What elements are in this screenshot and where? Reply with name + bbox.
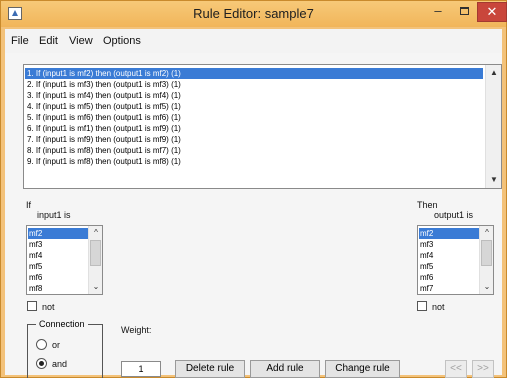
rule-item[interactable]: 9. If (input1 is mf8) then (output1 is m… xyxy=(25,156,483,167)
list-item[interactable]: mf3 xyxy=(419,239,479,250)
chevron-down-icon[interactable]: ⌄ xyxy=(480,280,493,294)
output-not-checkbox[interactable] xyxy=(417,301,427,311)
output-mf-list[interactable]: mf2 mf3 mf4 mf5 mf6 mf7 ^ ⌄ xyxy=(417,225,494,295)
title-bar: Rule Editor: sample7 – ✕ xyxy=(1,1,507,27)
rule-item[interactable]: 1. If (input1 is mf2) then (output1 is m… xyxy=(25,68,483,79)
scroll-thumb[interactable] xyxy=(481,240,492,266)
input-var-label: input1 is xyxy=(37,210,71,220)
connection-title: Connection xyxy=(36,319,88,329)
rule-list[interactable]: 1. If (input1 is mf2) then (output1 is m… xyxy=(23,64,502,189)
change-rule-button[interactable]: Change rule xyxy=(325,360,400,378)
rule-item[interactable]: 5. If (input1 is mf6) then (output1 is m… xyxy=(25,112,483,123)
chevron-down-icon[interactable]: ▼ xyxy=(486,173,502,187)
add-rule-button[interactable]: Add rule xyxy=(250,360,320,378)
list-item[interactable]: mf6 xyxy=(419,272,479,283)
maximize-icon xyxy=(459,7,469,15)
list-item[interactable]: mf4 xyxy=(28,250,88,261)
delete-rule-button[interactable]: Delete rule xyxy=(175,360,245,378)
menu-view[interactable]: View xyxy=(69,35,93,47)
rule-item[interactable]: 3. If (input1 is mf4) then (output1 is m… xyxy=(25,90,483,101)
or-radio[interactable] xyxy=(36,339,47,350)
rule-editor-window: Rule Editor: sample7 – ✕ File Edit View … xyxy=(0,0,507,378)
menu-options[interactable]: Options xyxy=(103,35,141,47)
rule-item[interactable]: 2. If (input1 is mf3) then (output1 is m… xyxy=(25,79,483,90)
and-radio[interactable] xyxy=(36,358,47,369)
list-item[interactable]: mf7 xyxy=(419,283,479,294)
minimize-button[interactable]: – xyxy=(425,2,451,22)
list-item[interactable]: mf5 xyxy=(419,261,479,272)
scroll-thumb[interactable] xyxy=(90,240,101,266)
rule-item[interactable]: 6. If (input1 is mf1) then (output1 is m… xyxy=(25,123,483,134)
rule-item[interactable]: 7. If (input1 is mf9) then (output1 is m… xyxy=(25,134,483,145)
input-list-scrollbar[interactable]: ^ ⌄ xyxy=(88,226,102,294)
or-label: or xyxy=(52,340,61,350)
chevron-up-icon[interactable]: ^ xyxy=(480,226,493,240)
prev-button[interactable]: << xyxy=(445,360,467,378)
if-heading: If xyxy=(26,200,32,210)
connection-group: Connection or and xyxy=(27,319,103,378)
list-item[interactable]: mf2 xyxy=(419,228,479,239)
list-item[interactable]: mf5 xyxy=(28,261,88,272)
chevron-up-icon[interactable]: ▲ xyxy=(486,66,502,80)
chevron-down-icon[interactable]: ⌄ xyxy=(89,280,102,294)
menu-edit[interactable]: Edit xyxy=(39,35,58,47)
close-button[interactable]: ✕ xyxy=(477,2,507,22)
maximize-button[interactable] xyxy=(451,2,477,22)
list-item[interactable]: mf6 xyxy=(28,272,88,283)
menu-file[interactable]: File xyxy=(11,35,29,47)
rule-item[interactable]: 4. If (input1 is mf5) then (output1 is m… xyxy=(25,101,483,112)
list-item[interactable]: mf3 xyxy=(28,239,88,250)
output-var-label: output1 is xyxy=(434,210,474,220)
list-item[interactable]: mf8 xyxy=(28,283,88,294)
weight-label: Weight: xyxy=(121,325,152,335)
rule-list-scrollbar[interactable]: ▲ ▼ xyxy=(485,65,501,188)
output-list-scrollbar[interactable]: ^ ⌄ xyxy=(479,226,493,294)
menu-bar: File Edit View Options xyxy=(5,29,502,53)
then-heading: Then xyxy=(417,200,438,210)
weight-input[interactable]: 1 xyxy=(121,361,161,377)
rule-item[interactable]: 8. If (input1 is mf8) then (output1 is m… xyxy=(25,145,483,156)
chevron-up-icon[interactable]: ^ xyxy=(89,226,102,240)
input-not-label: not xyxy=(42,302,55,312)
output-not-label: not xyxy=(432,302,445,312)
next-button[interactable]: >> xyxy=(472,360,494,378)
input-not-checkbox[interactable] xyxy=(27,301,37,311)
and-label: and xyxy=(52,359,68,369)
list-item[interactable]: mf4 xyxy=(419,250,479,261)
list-item[interactable]: mf2 xyxy=(28,228,88,239)
input-mf-list[interactable]: mf2 mf3 mf4 mf5 mf6 mf8 ^ ⌄ xyxy=(26,225,103,295)
